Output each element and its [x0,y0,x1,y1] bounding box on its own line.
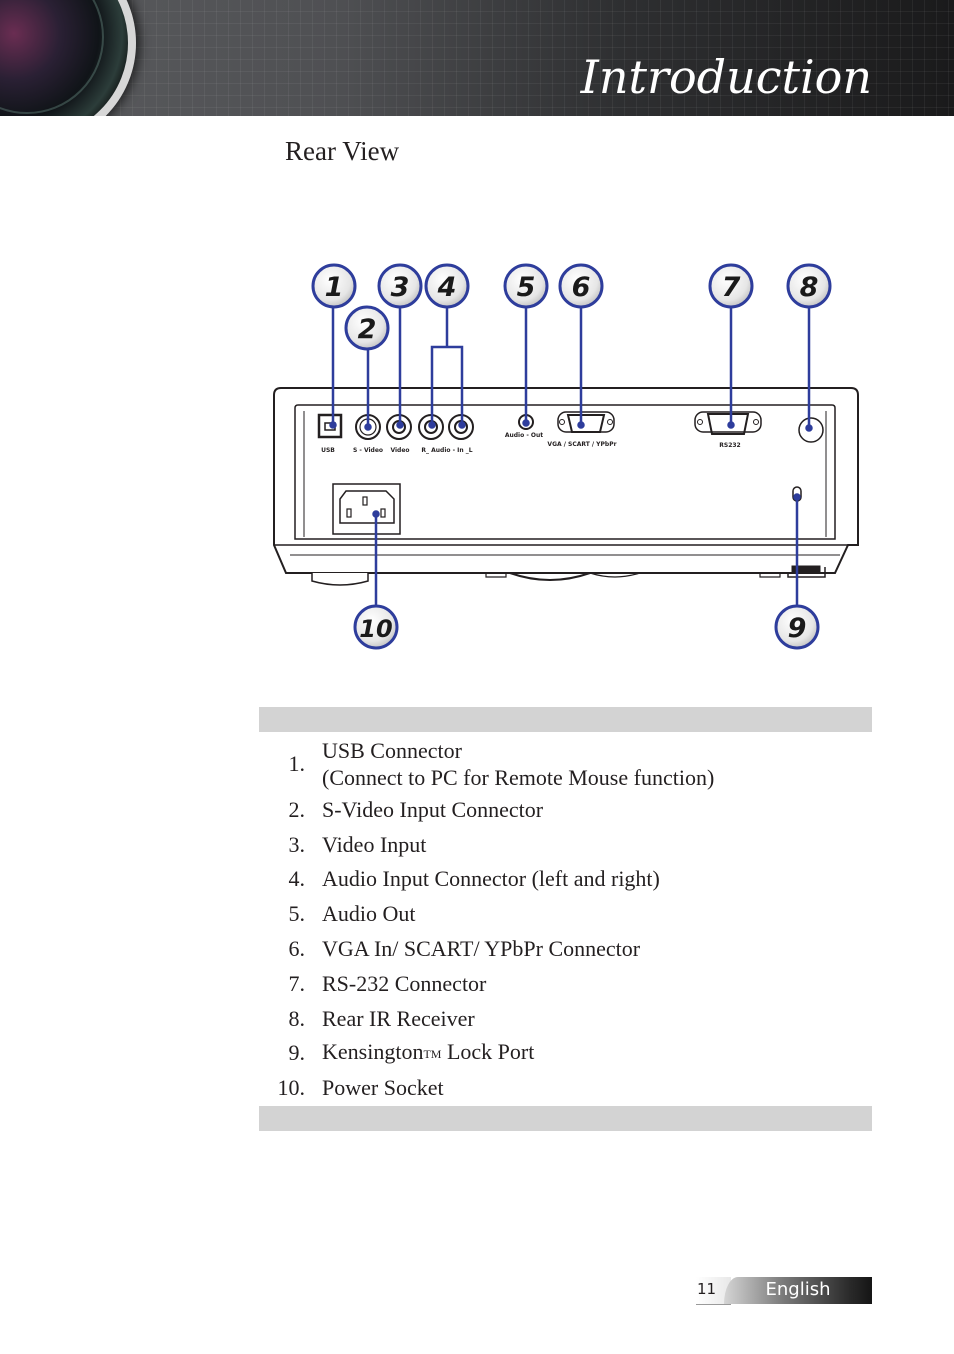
list-item: 9. KensingtonTM Lock Port [259,1036,872,1071]
chapter-header-banner: Introduction [0,0,954,116]
item-text: USB Connector (Connect to PC for Remote … [322,737,872,791]
callout-6: 6 [558,263,604,309]
svg-text:2: 2 [358,314,377,345]
item-text: KensingtonTM Lock Port [322,1038,872,1068]
list-item: 1. USB Connector (Connect to PC for Remo… [259,735,872,792]
item-number: 4. [288,866,306,892]
language-tab: English [724,1277,872,1304]
section-title: Rear View [285,136,400,166]
callout-7: 7 [708,263,754,309]
page-footer: 11 English [696,1277,872,1305]
rear-view-diagram: USB S - Video Video R_ Audio - In _L Aud… [273,263,859,650]
svg-text:9: 9 [788,613,807,644]
video-label: Video [390,447,409,454]
item-number: 1. [288,751,306,776]
svg-text:10: 10 [359,615,392,643]
callout-8: 8 [786,263,832,309]
table-footer-bar [259,1106,872,1131]
svg-text:4: 4 [437,272,457,303]
item-text-after: Lock Port [441,1038,535,1064]
svg-text:3: 3 [391,272,410,303]
item-text: VGA In/ SCART/ YPbPr Connector [322,936,641,962]
item-text: Audio Input Connector (left and right) [322,866,660,892]
callout-2: 2 [344,305,390,351]
item-number: 7. [288,970,306,996]
list-item: 2. S-Video Input Connector [259,792,872,827]
item-text: Audio Out [322,901,416,927]
svg-text:1: 1 [325,272,344,303]
item-text: RS-232 Connector [322,970,487,996]
item-text: Rear IR Receiver [322,1005,475,1031]
svg-text:5: 5 [517,272,536,303]
usb-label: USB [321,447,335,454]
item-text-line2: (Connect to PC for Remote Mouse function… [322,764,715,790]
chapter-title: Introduction [580,50,872,104]
item-text-line1: USB Connector [322,737,462,763]
callout-3: 3 [377,263,423,309]
item-number: 3. [288,831,306,857]
item-number: 5. [288,901,306,927]
callout-9: 9 [774,604,820,650]
port-legend-list: 1. USB Connector (Connect to PC for Remo… [259,735,872,1105]
callout-10: 10 [353,604,399,650]
trademark-symbol: TM [423,1046,442,1061]
item-text: Video Input [322,831,427,857]
svg-text:7: 7 [722,272,741,303]
list-item: 3. Video Input [259,827,872,862]
svg-text:8: 8 [800,272,819,303]
item-text: Power Socket [322,1075,444,1101]
audio-in-label: R_ Audio - In _L [421,447,472,454]
audio-out-label: Audio - Out [505,432,543,439]
callout-4: 4 [424,263,470,309]
list-item: 5. Audio Out [259,896,872,931]
list-item: 7. RS-232 Connector [259,966,872,1001]
svideo-label: S - Video [353,447,383,454]
item-number: 9. [288,1040,306,1066]
list-item: 4. Audio Input Connector (left and right… [259,862,872,897]
item-number: 8. [288,1005,306,1031]
list-item: 6. VGA In/ SCART/ YPbPr Connector [259,931,872,966]
callout-1: 1 [311,263,357,309]
vga-label: VGA / SCART / YPbPr [547,441,616,448]
item-number: 6. [288,936,306,962]
item-text: S-Video Input Connector [322,796,544,822]
item-number: 10. [277,1075,306,1101]
svg-text:6: 6 [572,272,591,303]
rs232-label: RS232 [719,442,740,449]
list-item: 10. Power Socket [259,1070,872,1105]
item-number: 2. [288,796,306,822]
callout-5: 5 [503,263,549,309]
list-item: 8. Rear IR Receiver [259,1001,872,1036]
table-header-bar [259,707,872,732]
item-text-main: Kensington [322,1038,424,1064]
